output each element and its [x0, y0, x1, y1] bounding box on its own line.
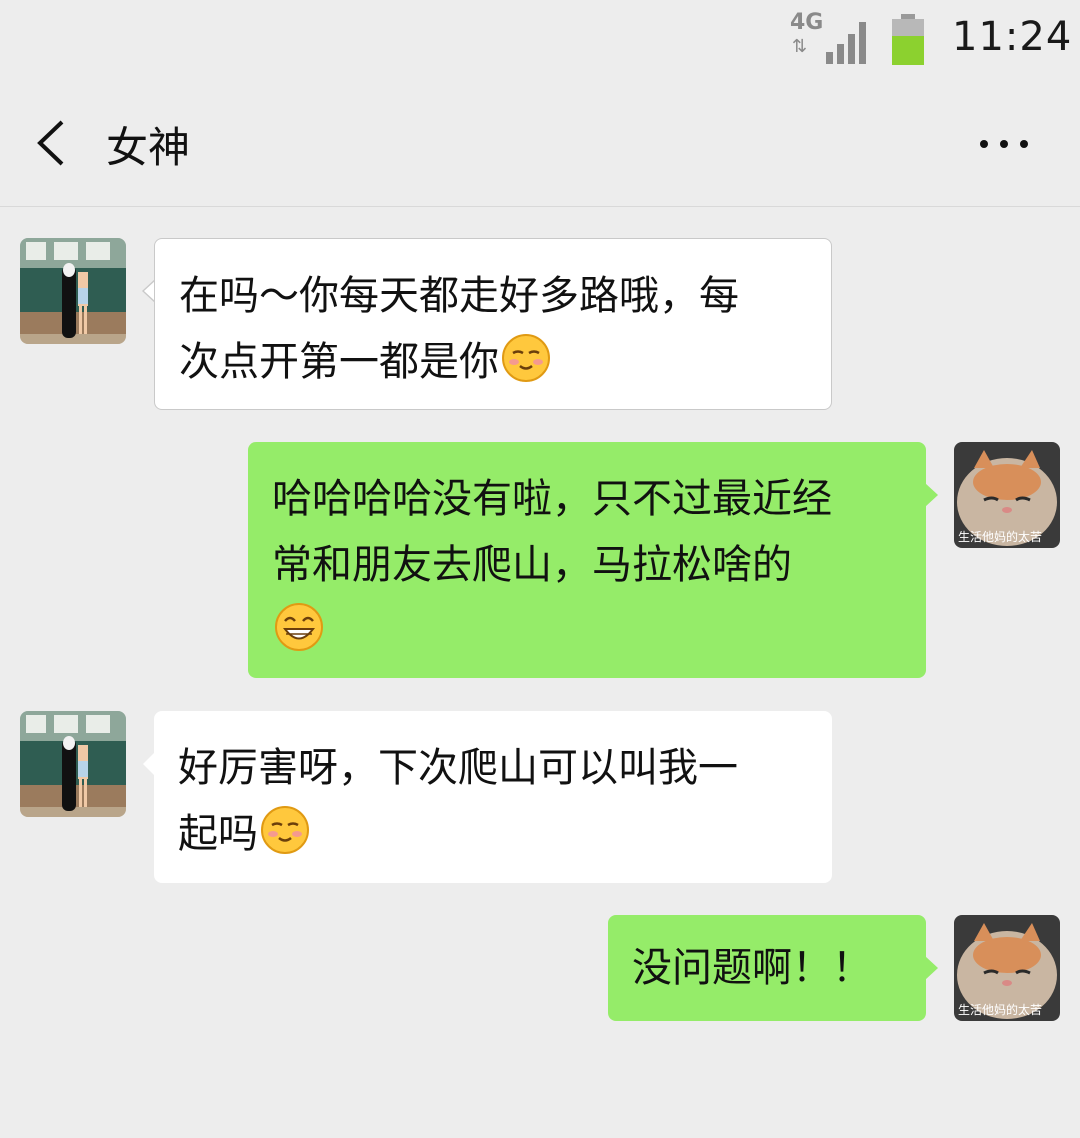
- avatar-caption: 生活他妈的太苦: [958, 530, 1043, 544]
- back-arrow-icon[interactable]: [30, 118, 74, 168]
- contact-avatar[interactable]: [20, 711, 126, 817]
- message-emoji: [272, 598, 902, 664]
- avatar-caption: 生活他妈的太苦: [958, 1003, 1043, 1017]
- message-bubble-incoming[interactable]: 好厉害呀，下次爬山可以叫我一 起吗: [154, 711, 832, 883]
- blush-smile-emoji-icon: [502, 334, 550, 382]
- data-transfer-icon: ⇅: [792, 36, 807, 57]
- message-bubble-outgoing[interactable]: 没问题啊！！: [608, 915, 926, 1021]
- signal-strength-icon: [826, 22, 866, 64]
- network-indicator: 4G ⇅: [788, 10, 828, 66]
- bubble-tail: [925, 483, 938, 507]
- clock: 11:24: [952, 14, 1073, 60]
- my-avatar[interactable]: 生活他妈的太苦: [954, 915, 1060, 1021]
- message-bubble-outgoing[interactable]: 哈哈哈哈没有啦，只不过最近经 常和朋友去爬山，马拉松啥的: [248, 442, 926, 678]
- bubble-tail: [925, 956, 938, 980]
- more-options-icon[interactable]: [978, 130, 1030, 158]
- message-bubble-incoming[interactable]: 在吗～你每天都走好多路哦，每 次点开第一都是你: [154, 238, 832, 410]
- message-text: 好厉害呀，下次爬山可以叫我一: [178, 745, 738, 791]
- blush-smile-emoji-icon: [261, 806, 309, 854]
- my-avatar[interactable]: 生活他妈的太苦: [954, 442, 1060, 548]
- chat-header: 女神: [0, 78, 1080, 207]
- battery-icon: [892, 14, 924, 65]
- chat-title: 女神: [106, 123, 191, 172]
- message-text: 常和朋友去爬山，马拉松啥的: [272, 542, 792, 588]
- contact-avatar[interactable]: [20, 238, 126, 344]
- grin-emoji-icon: [275, 603, 323, 651]
- message-text: 哈哈哈哈没有啦，只不过最近经: [272, 476, 832, 522]
- message-text: 次点开第一都是你: [179, 329, 807, 395]
- message-text: 起吗: [178, 801, 808, 867]
- network-label: 4G: [790, 10, 824, 35]
- status-bar: 4G ⇅ 11:24: [0, 0, 1080, 78]
- message-text: 没问题啊！！: [632, 945, 872, 991]
- message-text: 在吗～你每天都走好多路哦，每: [179, 273, 739, 319]
